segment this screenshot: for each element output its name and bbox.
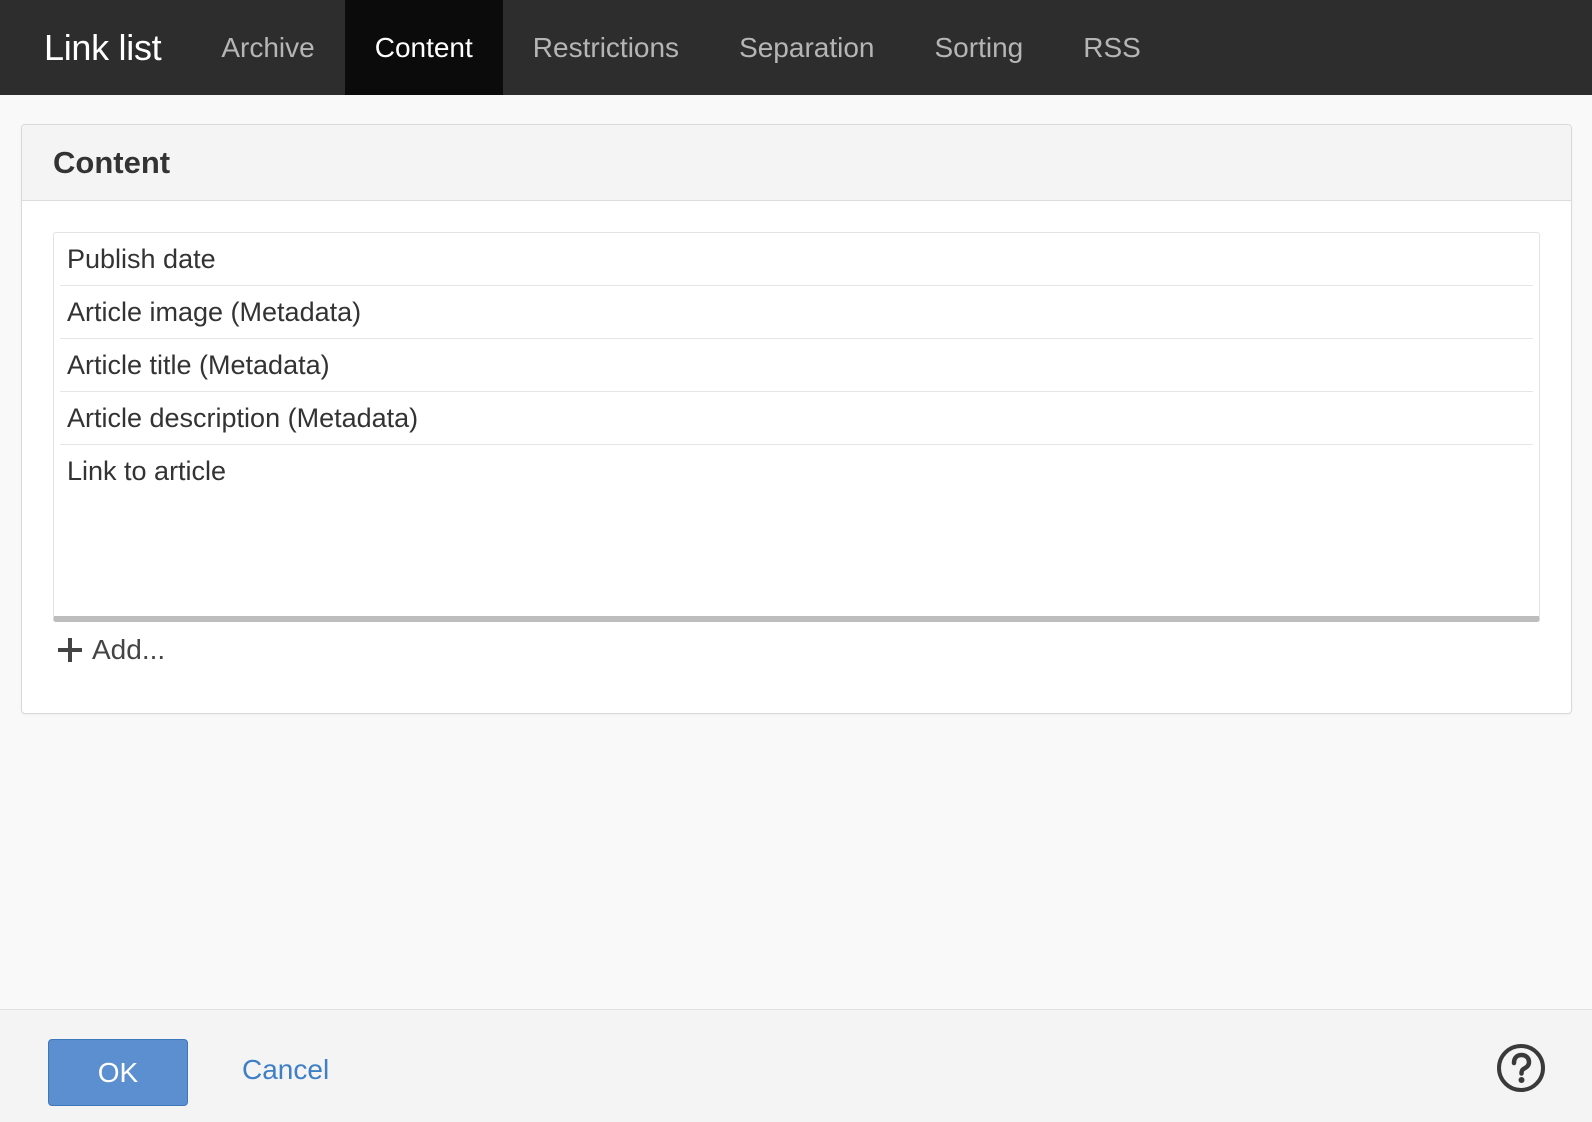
app-title: Link list <box>44 26 162 68</box>
list-item-article-description[interactable]: Article description (Metadata) <box>60 392 1533 445</box>
tab-restrictions[interactable]: Restrictions <box>503 0 709 95</box>
list-item-article-image[interactable]: Article image (Metadata) <box>60 286 1533 339</box>
tab-archive[interactable]: Archive <box>191 0 344 95</box>
content-panel: Content Publish date Article image (Meta… <box>21 124 1572 714</box>
add-label: Add... <box>92 634 166 665</box>
dialog-footer: OK Cancel <box>0 1009 1592 1122</box>
tab-content[interactable]: Content <box>344 0 503 95</box>
add-button[interactable]: Add... <box>58 630 165 670</box>
ok-button[interactable]: OK <box>48 1039 188 1106</box>
help-circle-icon[interactable] <box>1496 1043 1546 1093</box>
cancel-button[interactable]: Cancel <box>242 1054 329 1086</box>
tab-rss[interactable]: RSS <box>1053 0 1171 95</box>
plus-icon <box>58 638 82 662</box>
tab-sorting[interactable]: Sorting <box>905 0 1054 95</box>
content-fields-list[interactable]: Publish date Article image (Metadata) Ar… <box>53 232 1540 622</box>
list-item-article-title[interactable]: Article title (Metadata) <box>60 339 1533 392</box>
top-navigation-bar: Link list Archive Content Restrictions S… <box>0 0 1592 95</box>
tab-separation[interactable]: Separation <box>709 0 904 95</box>
list-item-link-to-article[interactable]: Link to article <box>60 445 1533 498</box>
panel-title: Content <box>53 144 171 180</box>
list-item-publish-date[interactable]: Publish date <box>60 233 1533 286</box>
panel-header: Content <box>22 125 1571 201</box>
